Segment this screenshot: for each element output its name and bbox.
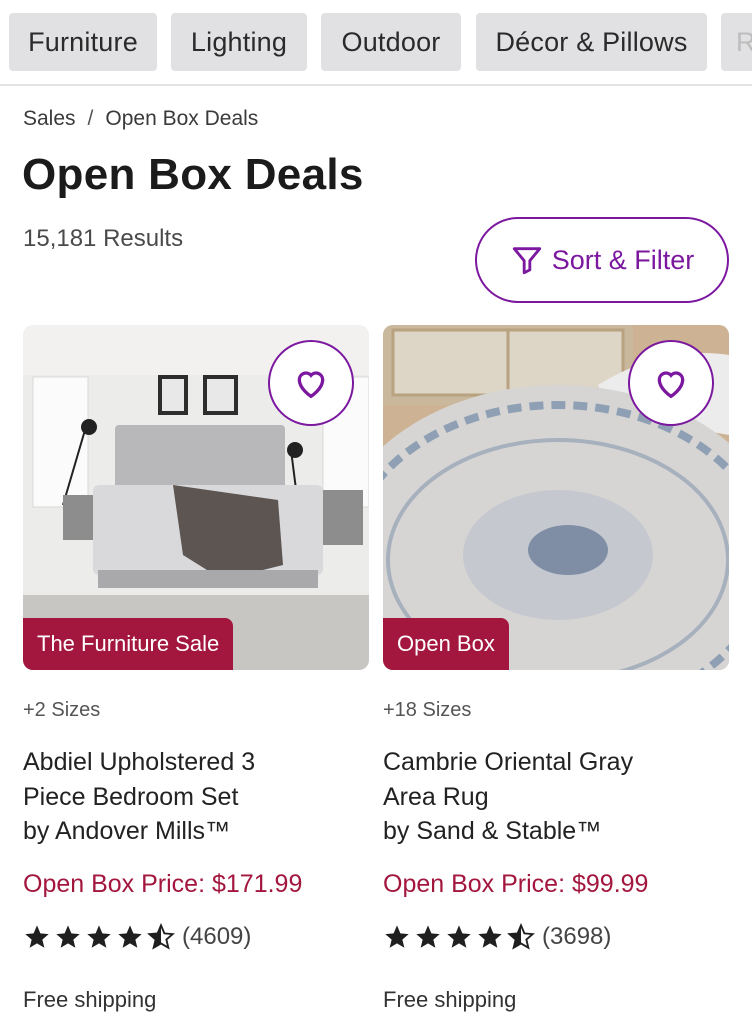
- product-price: Open Box Price: $99.99: [383, 870, 649, 898]
- star-filled-icon: [87, 925, 111, 948]
- sort-filter-button[interactable]: Sort & Filter: [475, 217, 729, 303]
- star-filled-icon: [56, 925, 80, 948]
- breadcrumb: Sales / Open Box Deals: [23, 107, 258, 131]
- breadcrumb-current: Open Box Deals: [105, 107, 259, 130]
- breadcrumb-sales-link[interactable]: Sales: [23, 107, 76, 131]
- product-brand: by Sand & Stable™: [383, 817, 602, 845]
- star-filled-icon: [118, 925, 142, 948]
- results-count: 15,181 Results: [23, 225, 184, 252]
- filter-funnel-icon: [512, 247, 541, 275]
- favorite-button[interactable]: [268, 340, 354, 426]
- product-name-line: Cambrie Oriental Gray: [383, 748, 634, 776]
- page-title: Open Box Deals: [22, 150, 364, 199]
- open-box-badge: Open Box: [383, 618, 509, 670]
- star-filled-icon: [416, 925, 440, 948]
- sale-badge: The Furniture Sale: [23, 618, 234, 670]
- product-price: Open Box Price: $171.99: [23, 870, 303, 898]
- favorite-button[interactable]: [628, 340, 714, 426]
- star-half-icon: [147, 923, 175, 950]
- category-chip-outdoor[interactable]: Outdoor: [321, 13, 461, 71]
- breadcrumb-separator: /: [87, 107, 94, 130]
- product-name[interactable]: Abdiel Upholstered 3 Piece Bedroom Set b…: [23, 745, 369, 849]
- product-sizes: +2 Sizes: [23, 699, 101, 721]
- star-filled-icon: [25, 925, 49, 948]
- heart-icon: [297, 371, 325, 399]
- product-image-rug[interactable]: Open Box: [383, 325, 729, 670]
- heart-icon: [657, 371, 685, 399]
- category-chip-decor-pillows[interactable]: Décor & Pillows: [476, 13, 707, 71]
- star-filled-icon: [478, 925, 502, 948]
- review-count[interactable]: (3698): [542, 923, 611, 951]
- category-chip-furniture[interactable]: Furniture: [9, 13, 157, 71]
- star-half-icon: [507, 923, 535, 950]
- review-count[interactable]: (4609): [182, 923, 251, 951]
- sort-filter-label: Sort & Filter: [551, 244, 695, 275]
- category-chip-partial[interactable]: R: [721, 13, 752, 71]
- shipping-info: Free shipping: [383, 987, 517, 1012]
- product-name-line: Area Rug: [383, 782, 489, 811]
- category-chip-lighting[interactable]: Lighting: [171, 13, 307, 71]
- shipping-info: Free shipping: [23, 987, 157, 1012]
- product-brand: by Andover Mills™: [23, 817, 231, 845]
- product-card[interactable]: Open Box +18 Sizes Cambrie Oriental Gray…: [383, 325, 729, 1012]
- product-name[interactable]: Cambrie Oriental Gray Area Rug by Sand &…: [383, 745, 729, 849]
- product-image-bed[interactable]: The Furniture Sale: [23, 325, 369, 670]
- category-nav: Furniture Lighting Outdoor Décor & Pillo…: [0, 0, 752, 86]
- product-rating: (4609): [23, 923, 251, 951]
- product-name-line: Abdiel Upholstered 3: [23, 748, 256, 776]
- star-filled-icon: [447, 925, 471, 948]
- product-rating: (3698): [383, 923, 611, 951]
- product-card[interactable]: The Furniture Sale +2 Sizes Abdiel Uphol…: [23, 325, 369, 1012]
- product-name-line: Piece Bedroom Set: [23, 782, 239, 811]
- star-filled-icon: [385, 925, 409, 948]
- product-sizes: +18 Sizes: [383, 699, 472, 721]
